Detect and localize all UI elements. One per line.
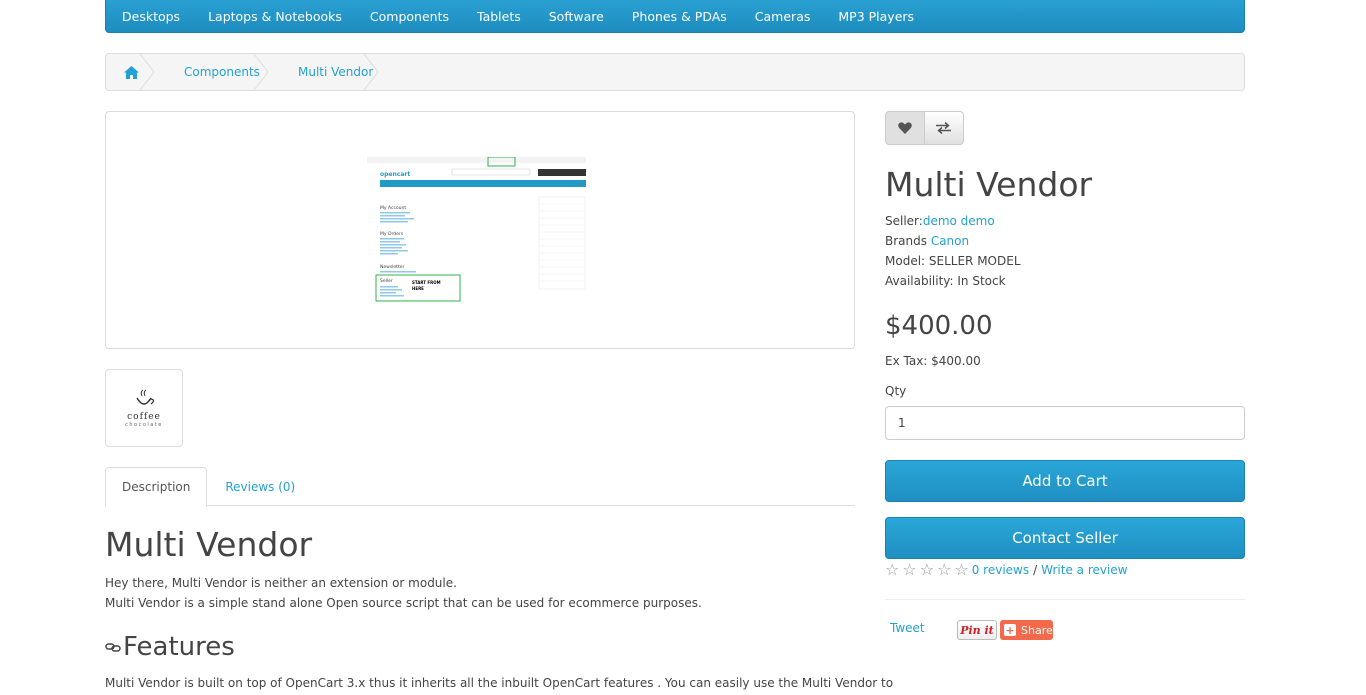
- add-to-cart-button[interactable]: Add to Cart: [885, 460, 1245, 502]
- tab-reviews[interactable]: Reviews (0): [207, 467, 311, 506]
- screenshot-seller: Seller: [380, 278, 393, 284]
- features-heading: Features: [105, 632, 235, 662]
- breadcrumb-label: Components: [184, 65, 260, 79]
- seller-link[interactable]: demo demo: [923, 214, 995, 228]
- product-main-image[interactable]: opencart My Account My Orders Newsletter…: [105, 111, 855, 349]
- menu-item-components[interactable]: Components: [370, 5, 449, 24]
- exchange-icon: [936, 122, 952, 134]
- product-thumbnail[interactable]: coffee chocolate: [105, 369, 183, 447]
- screenshot-logo: opencart: [380, 171, 410, 178]
- tweet-button[interactable]: Tweet: [890, 621, 925, 635]
- brand-label: Brands: [885, 234, 927, 248]
- screenshot-start-from: START FROM: [412, 280, 441, 285]
- pin-it-button[interactable]: Pin it: [957, 620, 997, 640]
- menu-item-tablets[interactable]: Tablets: [477, 5, 521, 24]
- wishlist-button[interactable]: [885, 111, 925, 145]
- menu-item-desktops[interactable]: Desktops: [122, 5, 180, 24]
- product-title: Multi Vendor: [885, 165, 1093, 204]
- share-button[interactable]: + Share: [1000, 620, 1053, 640]
- reviews-link[interactable]: 0 reviews: [972, 563, 1029, 577]
- seller-line: Seller:demo demo: [885, 214, 995, 228]
- star-empty-icon: ☆: [954, 560, 969, 579]
- breadcrumb-item-current[interactable]: Multi Vendor: [270, 54, 380, 90]
- rating-row: ☆ ☆ ☆ ☆ ☆ 0 reviews / Write a review: [885, 562, 1128, 578]
- product-screenshot: opencart My Account My Orders Newsletter…: [367, 157, 586, 303]
- ex-tax-price: Ex Tax: $400.00: [885, 354, 981, 368]
- availability-line: Availability: In Stock: [885, 274, 1006, 288]
- description-text-1: Hey there, Multi Vendor is neither an ex…: [105, 576, 457, 590]
- breadcrumb-item-components[interactable]: Components: [156, 54, 270, 90]
- model-line: Model: SELLER MODEL: [885, 254, 1021, 268]
- contact-seller-button[interactable]: Contact Seller: [885, 517, 1245, 559]
- star-empty-icon: ☆: [902, 560, 917, 579]
- breadcrumb-separator: [364, 54, 379, 90]
- breadcrumb-separator: [254, 54, 269, 90]
- heart-icon: [897, 122, 912, 134]
- menu-item-mp3[interactable]: MP3 Players: [838, 5, 914, 24]
- breadcrumb-separator: [140, 54, 155, 90]
- rating-separator: /: [1033, 563, 1038, 577]
- breadcrumb-home[interactable]: [106, 54, 156, 90]
- screenshot-my-orders: My Orders: [380, 231, 404, 237]
- brand-line: Brands Canon: [885, 234, 969, 248]
- link-icon: [105, 643, 121, 652]
- top-menu: Desktops Laptops & Notebooks Components …: [105, 0, 1245, 33]
- screenshot-newsletter: Newsletter: [380, 264, 404, 270]
- star-empty-icon: ☆: [937, 560, 952, 579]
- seller-label: Seller:: [885, 214, 923, 228]
- brand-link[interactable]: Canon: [931, 234, 969, 248]
- qty-input[interactable]: [885, 406, 1245, 440]
- breadcrumb-label: Multi Vendor: [298, 65, 374, 79]
- qty-label: Qty: [885, 384, 907, 398]
- breadcrumb: Components Multi Vendor: [105, 53, 1245, 91]
- share-label: Share: [1021, 623, 1053, 637]
- compare-button[interactable]: [924, 111, 964, 145]
- home-icon: [123, 65, 139, 79]
- features-heading-text: Features: [123, 632, 235, 662]
- screenshot-my-account: My Account: [380, 205, 406, 211]
- coffee-cup-icon: [136, 389, 155, 405]
- plus-icon: +: [1004, 623, 1016, 637]
- product-tabs: Description Reviews (0): [105, 467, 855, 507]
- write-review-link[interactable]: Write a review: [1041, 563, 1127, 577]
- description-title: Multi Vendor: [105, 525, 313, 564]
- thumbnail-subword: chocolate: [125, 422, 163, 428]
- product-action-group: [885, 111, 964, 145]
- menu-item-phones[interactable]: Phones & PDAs: [632, 5, 727, 24]
- features-text: Multi Vendor is built on top of OpenCart…: [105, 676, 894, 690]
- menu-item-laptops[interactable]: Laptops & Notebooks: [208, 5, 342, 24]
- screenshot-here: HERE: [412, 286, 424, 291]
- description-text-2: Multi Vendor is a simple stand alone Ope…: [105, 596, 702, 610]
- star-empty-icon: ☆: [885, 560, 900, 579]
- product-price: $400.00: [885, 311, 993, 341]
- tab-description[interactable]: Description: [105, 467, 208, 507]
- divider: [885, 599, 1245, 600]
- menu-item-cameras[interactable]: Cameras: [755, 5, 811, 24]
- menu-item-software[interactable]: Software: [549, 5, 604, 24]
- star-empty-icon: ☆: [919, 560, 935, 579]
- thumbnail-word: coffee: [127, 412, 161, 422]
